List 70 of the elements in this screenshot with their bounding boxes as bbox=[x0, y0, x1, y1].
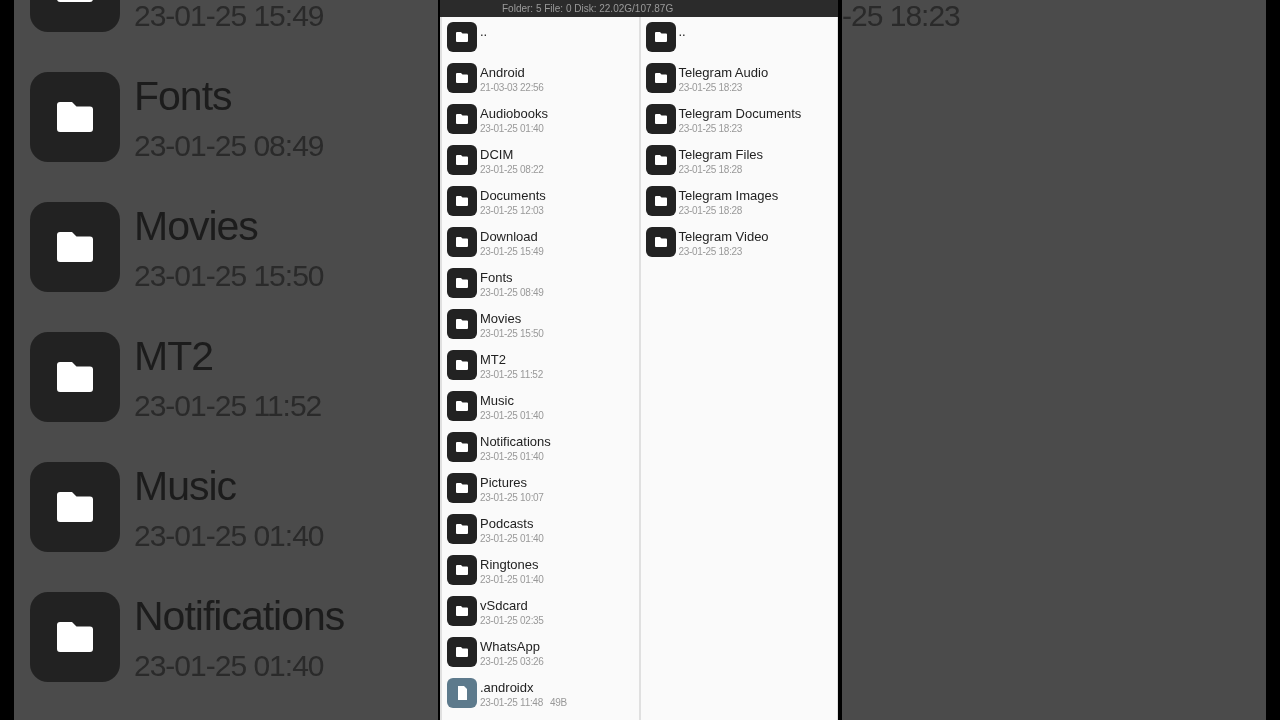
date-text: 23-01-25 02:35 bbox=[480, 614, 544, 627]
file-list-item[interactable]: Fonts 23-01-25 08:49 bbox=[442, 268, 639, 309]
file-name: Telegram Audio bbox=[678, 65, 769, 81]
file-list-item[interactable]: Ringtones 23-01-25 01:40 bbox=[442, 555, 639, 596]
file-name: Music bbox=[480, 393, 515, 409]
file-name: Android bbox=[480, 65, 526, 81]
date-text: 23-01-25 10:07 bbox=[480, 491, 544, 504]
file-list-item[interactable]: Notifications 23-01-25 01:40 bbox=[442, 432, 639, 473]
date-text: 23-01-25 15:49 bbox=[480, 245, 544, 258]
file-name: Documents bbox=[480, 188, 546, 204]
file-list-item[interactable]: Telegram Video 23-01-25 18:23 bbox=[640, 227, 837, 268]
file-list-item[interactable]: Telegram Images 23-01-25 18:28 bbox=[640, 186, 837, 227]
file-list-item[interactable]: Documents 23-01-25 12:03 bbox=[442, 186, 639, 227]
file-list-item[interactable]: Pictures 23-01-25 10:07 bbox=[442, 473, 639, 514]
status-text: Folder: 5 File: 0 Disk: 22.02G/107.87G bbox=[502, 3, 674, 14]
file-name: MT2 bbox=[480, 352, 507, 368]
file-list-item[interactable]: Movies 23-01-25 15:50 bbox=[442, 309, 639, 350]
file-name: WhatsApp bbox=[480, 639, 541, 655]
date-text: 23-01-25 01:40 bbox=[480, 409, 544, 422]
file-list-item[interactable]: MT2 23-01-25 11:52 bbox=[442, 350, 639, 391]
file-name: Movies bbox=[480, 311, 523, 327]
date-text: 23-01-25 12:03 bbox=[480, 204, 544, 217]
date-text: 23-01-25 01:40 bbox=[480, 122, 544, 135]
file-icon bbox=[447, 678, 477, 708]
date-text: 23-01-25 18:23 bbox=[678, 81, 743, 94]
file-name: Fonts bbox=[480, 270, 514, 286]
file-name: .. bbox=[480, 24, 488, 40]
file-name: Ringtones bbox=[480, 557, 540, 573]
file-list-item[interactable]: Music 23-01-25 01:40 bbox=[442, 391, 639, 432]
file-list-item[interactable]: vSdcard 23-01-25 02:35 bbox=[442, 596, 639, 637]
file-list-item[interactable]: Telegram Files 23-01-25 18:28 bbox=[640, 145, 837, 186]
file-list-item[interactable]: DCIM 23-01-25 08:22 bbox=[442, 145, 639, 186]
date-text: 23-01-25 03:26 bbox=[480, 655, 544, 668]
file-name: Notifications bbox=[480, 434, 551, 450]
date-text: 23-01-25 15:50 bbox=[480, 327, 544, 340]
file-list-item[interactable]: .. bbox=[640, 22, 837, 63]
date-text: 21-03-03 22:56 bbox=[480, 81, 544, 94]
date-text: 23-01-25 11:48 bbox=[480, 696, 543, 709]
date-text: 23-01-25 11:52 bbox=[480, 368, 543, 381]
date-text: 23-01-25 08:22 bbox=[480, 163, 544, 176]
file-list-item[interactable]: Download 23-01-25 15:49 bbox=[442, 227, 639, 268]
date-text: 23-01-25 18:28 bbox=[678, 204, 743, 217]
date-text: 23-01-25 01:40 bbox=[480, 450, 544, 463]
file-name: Telegram Documents bbox=[678, 106, 802, 122]
file-list-item[interactable]: WhatsApp 23-01-25 03:26 bbox=[442, 637, 639, 678]
file-name: .androidx bbox=[480, 680, 535, 696]
file-list-item[interactable]: Android 21-03-03 22:56 bbox=[442, 63, 639, 104]
file-name: Pictures bbox=[480, 475, 528, 491]
file-list-item[interactable]: Audiobooks 23-01-25 01:40 bbox=[442, 104, 639, 145]
date-text: 23-01-25 08:49 bbox=[480, 286, 544, 299]
date-text: 23-01-25 01:40 bbox=[480, 573, 544, 586]
file-name: Audiobooks bbox=[480, 106, 548, 122]
date-text: 23-01-25 18:28 bbox=[678, 163, 743, 176]
file-list-item[interactable]: Podcasts 23-01-25 01:40 bbox=[442, 514, 639, 555]
file-name: DCIM bbox=[480, 147, 515, 163]
file-name: Telegram Files bbox=[678, 147, 764, 163]
file-size: 49B bbox=[549, 696, 567, 709]
file-list-item[interactable]: Telegram Documents 23-01-25 18:23 bbox=[640, 104, 837, 145]
file-list-item[interactable]: .. bbox=[442, 22, 639, 63]
file-list-item[interactable]: .androidx 23-01-25 11:48 49B bbox=[442, 678, 639, 719]
file-name: vSdcard bbox=[480, 598, 529, 614]
file-name: Download bbox=[480, 229, 539, 245]
file-name: Telegram Images bbox=[678, 188, 779, 204]
file-name: .. bbox=[678, 24, 686, 40]
file-name: Telegram Video bbox=[678, 229, 769, 245]
date-text: 23-01-25 01:40 bbox=[480, 532, 544, 545]
file-name: Podcasts bbox=[480, 516, 535, 532]
date-text: 23-01-25 18:23 bbox=[678, 122, 743, 135]
file-list-item[interactable]: Telegram Audio 23-01-25 18:23 bbox=[640, 63, 837, 104]
date-text: 23-01-25 18:23 bbox=[678, 245, 743, 258]
